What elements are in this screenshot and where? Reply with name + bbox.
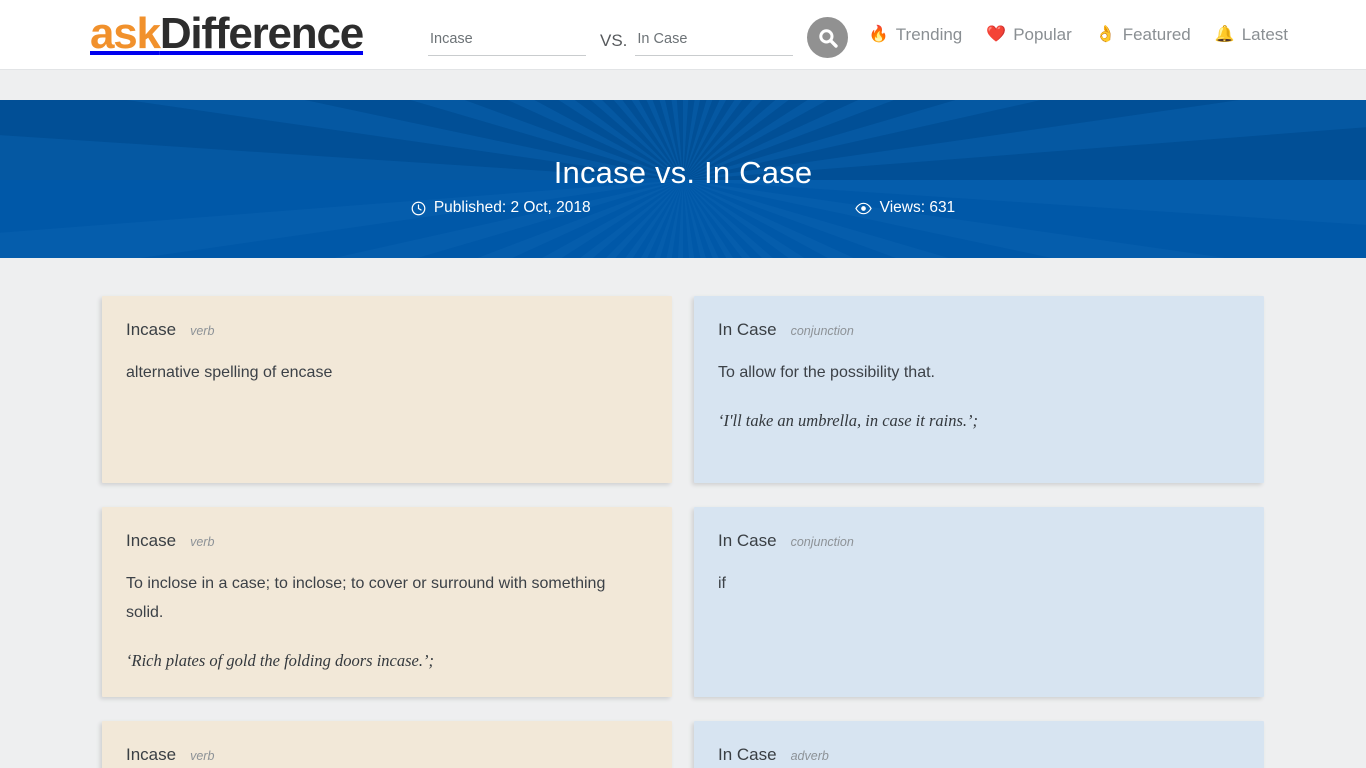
vs-label: VS. [600,31,628,50]
site-header: askDifference VS. 🔥 Trending ❤️ Popular … [0,0,1366,70]
term-one-input[interactable] [428,28,586,56]
comparison-search: VS. [428,14,849,58]
logo-text-difference: Difference [159,9,364,58]
fire-emoji-icon: 🔥 [868,26,889,43]
nav-item-trending[interactable]: 🔥 Trending [869,25,962,45]
definition-card: Incase verb alternative spelling of encase [102,296,672,483]
page-banner: Incase vs. In Case Published: 2 Oct, 201… [0,100,1366,258]
eye-icon [854,202,872,215]
published-text: Published: 2 Oct, 2018 [433,199,591,216]
definition-example: ‘Rich plates of gold the folding doors i… [126,651,434,670]
definition-text: if [718,575,726,592]
nav-item-latest[interactable]: 🔔 Latest [1215,25,1288,45]
site-logo[interactable]: askDifference [90,8,364,60]
definition-word: In Case [718,320,777,339]
clock-icon [411,201,426,216]
part-of-speech-label: verb [190,324,215,338]
definition-word: Incase [126,745,177,764]
definition-card: In Caseadverbif there happens to be need… [694,721,1264,768]
ok-hand-emoji-icon: 👌 [1095,26,1116,43]
definition-card-grid: Incase verb alternative spelling of encase… [102,296,1264,768]
part-of-speech-label: verb [190,535,215,549]
definition-word: In Case [718,531,777,550]
banner-meta: Published: 2 Oct, 2018 Views: 631 [0,199,1366,217]
heart-emoji-icon: ❤️ [986,26,1007,43]
nav-item-featured[interactable]: 👌 Featured [1096,25,1191,45]
published-meta: Published: 2 Oct, 2018 [411,199,591,217]
definition-card-header: In Case conjunction [718,531,1238,551]
nav-label-popular: Popular [1013,25,1072,44]
definition-card: In Case conjunction if [694,507,1264,697]
definition-word: Incase [126,320,177,339]
definitions-section: Incase verb alternative spelling of encase… [0,258,1366,768]
top-navigation: 🔥 Trending ❤️ Popular 👌 Featured 🔔 Lates… [869,0,1288,70]
definition-card-header: Incase verb [126,745,646,765]
definition-card-header: Incase verb [126,531,646,551]
definition-text: To inclose in a case; to inclose; to cov… [126,575,606,621]
header-banner-gap [0,70,1366,100]
definition-card-header: In Case conjunction [718,320,1238,340]
views-meta: Views: 631 [854,199,956,217]
definition-card: Incase verb To inclose in a case; to inclo… [102,507,672,697]
definition-word: Incase [126,531,177,550]
nav-label-trending: Trending [895,25,963,44]
definition-card: In Case conjunction To allow for the possi… [694,296,1264,483]
part-of-speech-label: adverb [790,749,829,763]
definition-card-header: Incase verb [126,320,646,340]
nav-item-popular[interactable]: ❤️ Popular [986,25,1072,45]
logo-text-ask: ask [90,9,161,58]
definition-text: alternative spelling of encase [126,364,333,381]
definition-word: In Case [718,745,777,764]
definition-text: To allow for the possibility that. [718,364,935,381]
term-two-input[interactable] [635,28,794,56]
definition-card: Incaseverbenclose in, or as if in, a cas… [102,721,672,768]
definition-example: ‘I'll take an umbrella, in case it rains… [718,411,978,430]
search-icon [817,27,839,49]
nav-label-featured: Featured [1122,25,1191,44]
definition-card-header: In Case adverb [718,745,1238,765]
part-of-speech-label: conjunction [790,535,854,549]
part-of-speech-label: conjunction [790,324,854,338]
part-of-speech-label: verb [190,749,215,763]
page-title: Incase vs. In Case [553,154,813,190]
bell-emoji-icon: 🔔 [1214,26,1235,43]
search-button[interactable] [807,17,849,58]
views-text: Views: 631 [879,199,956,216]
nav-label-latest: Latest [1241,25,1288,44]
